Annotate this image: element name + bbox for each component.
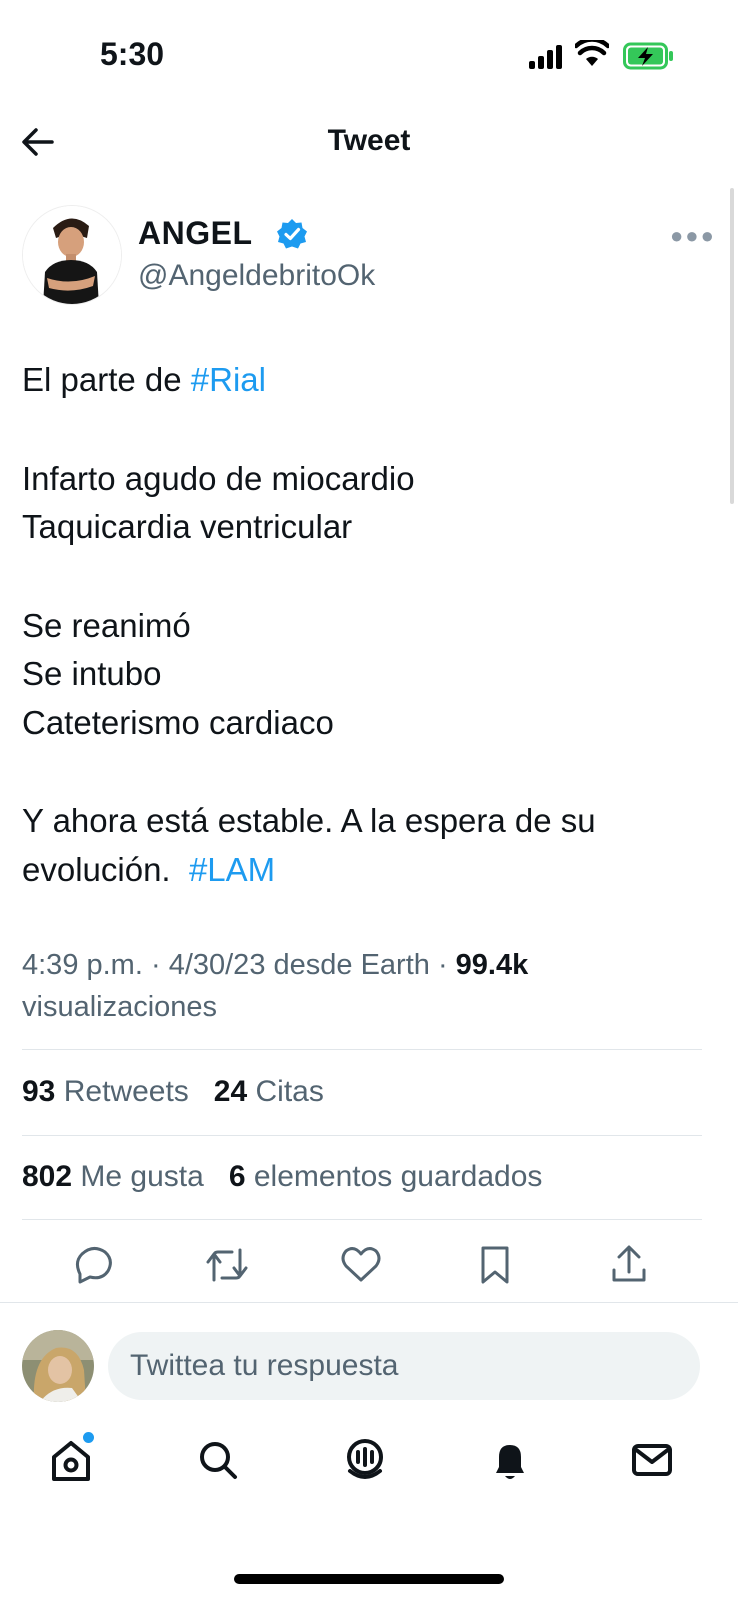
spaces-icon[interactable] <box>340 1435 390 1485</box>
hashtag-link[interactable]: #Rial <box>191 361 266 398</box>
views-count: 99.4k <box>455 949 529 981</box>
home-indicator <box>234 1574 504 1584</box>
tweet-actions <box>0 1240 738 1300</box>
tweet-line: evolución. #LAM <box>22 850 276 888</box>
bookmarks-stat[interactable]: 6 elementos guardados <box>229 1160 543 1193</box>
tweet-line: Se intubo <box>22 655 162 692</box>
user-avatar[interactable] <box>22 1330 94 1402</box>
likes-stat[interactable]: 802 Me gusta <box>22 1160 204 1193</box>
divider <box>22 1219 702 1220</box>
top-nav-bar: Tweet <box>0 100 738 190</box>
author-handle[interactable]: @AngeldebritoOk <box>138 259 375 293</box>
quotes-stat[interactable]: 24 Citas <box>214 1075 324 1108</box>
notification-dot <box>83 1432 94 1443</box>
signal-icon <box>529 45 565 69</box>
heart-icon[interactable] <box>336 1240 386 1290</box>
tweet-meta: 4:39 p.m. · 4/30/23 desde Earth · 99.4k … <box>22 944 712 1028</box>
tweet-line: Cateterismo cardiaco <box>22 703 334 741</box>
battery-charging-icon <box>623 42 673 70</box>
retweets-stat[interactable]: 93 Retweets <box>22 1075 189 1108</box>
divider <box>0 1302 738 1303</box>
tweet-line: Taquicardia ventricular <box>22 508 353 545</box>
divider <box>22 1049 702 1050</box>
hashtag-link[interactable]: #LAM <box>189 851 275 888</box>
stats-row-retweets: 93 Retweets 24 Citas <box>22 1075 712 1109</box>
tweet-time[interactable]: 4:39 p.m. <box>22 949 143 981</box>
bell-icon[interactable] <box>485 1435 535 1485</box>
page-title: Tweet <box>327 124 411 157</box>
author-avatar[interactable] <box>22 205 122 305</box>
tweet-line: El parte de #Rial <box>22 361 266 398</box>
divider <box>22 1135 702 1136</box>
status-time: 5:30 <box>100 36 165 72</box>
tweet-author: ANGEL @AngeldebritoOk ●●● <box>22 205 722 315</box>
comment-icon[interactable] <box>68 1240 118 1290</box>
scrollbar[interactable] <box>730 188 734 504</box>
author-name[interactable]: ANGEL <box>138 215 253 252</box>
retweet-icon[interactable] <box>202 1240 252 1290</box>
tweet-text: El parte de #Rial Infarto agudo de mioca… <box>22 356 712 894</box>
tweet-date-source[interactable]: 4/30/23 desde Earth <box>169 949 430 981</box>
more-icon[interactable]: ●●● <box>670 223 716 249</box>
stats-row-likes: 802 Me gusta 6 elementos guardados <box>22 1160 712 1194</box>
tweet-line: Infarto agudo de miocardio <box>22 459 415 497</box>
status-bar: 5:30 <box>0 0 738 100</box>
mail-icon[interactable] <box>627 1435 677 1485</box>
tweet-line: Se reanimó <box>22 606 191 644</box>
bottom-tab-bar <box>0 1425 738 1505</box>
share-icon[interactable] <box>604 1240 654 1290</box>
reply-bar: Twittea tu respuesta <box>0 1330 738 1410</box>
tweet-line: Y ahora está estable. A la espera de su <box>22 802 596 839</box>
bookmark-icon[interactable] <box>470 1240 520 1290</box>
wifi-icon <box>575 40 609 66</box>
reply-input[interactable]: Twittea tu respuesta <box>108 1332 700 1400</box>
search-icon[interactable] <box>193 1435 243 1485</box>
verified-badge-icon <box>277 219 307 249</box>
views-label: visualizaciones <box>22 991 218 1023</box>
